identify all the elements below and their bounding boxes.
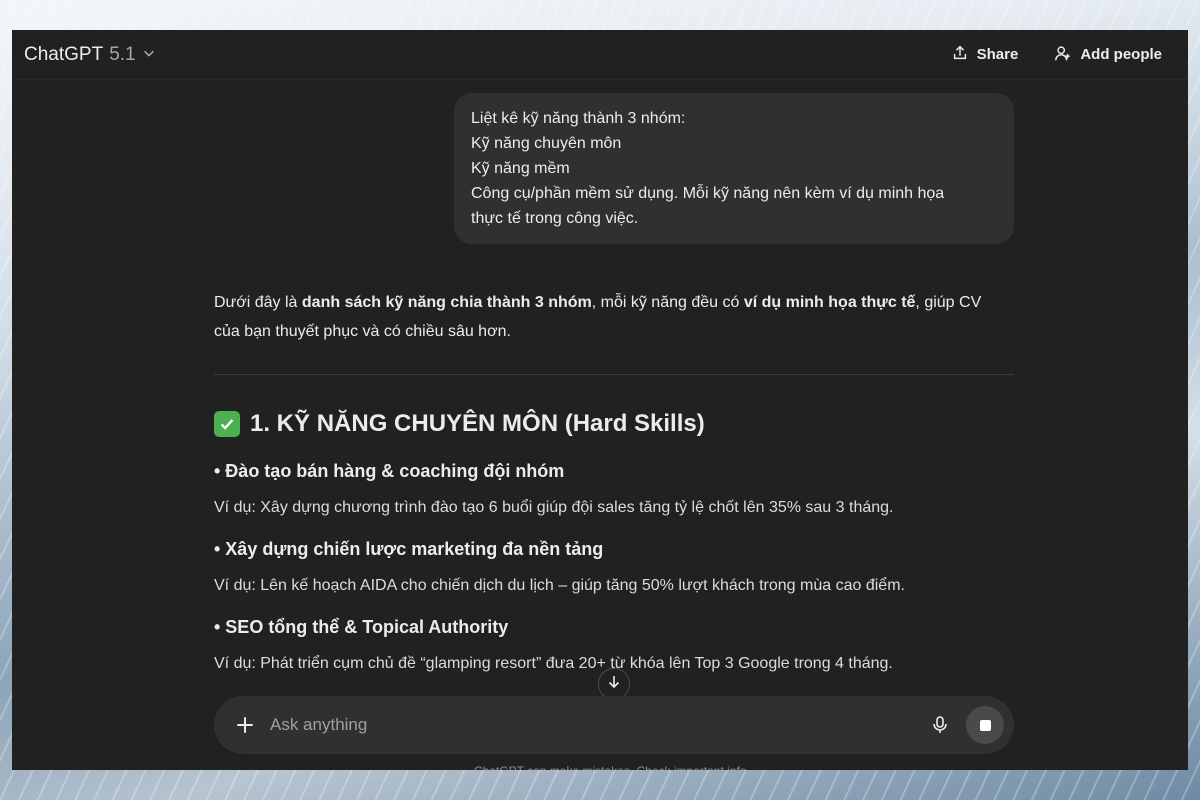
intro-text: , giúp CV xyxy=(915,294,982,311)
user-message-line: Kỹ năng mềm xyxy=(471,160,570,177)
assistant-intro: Dưới đây là danh sách kỹ năng chia thành… xyxy=(214,288,1014,346)
assistant-message: Dưới đây là danh sách kỹ năng chia thành… xyxy=(214,288,1014,677)
arrow-down-icon xyxy=(606,674,622,695)
intro-text: của bạn thuyết phục và có chiều sâu hơn. xyxy=(214,323,511,340)
user-message-line: Liệt kê kỹ năng thành 3 nhóm: xyxy=(471,110,686,127)
share-button[interactable]: Share xyxy=(951,44,1019,66)
share-icon xyxy=(951,44,969,66)
conversation[interactable]: Liệt kê kỹ năng thành 3 nhóm: Kỹ năng ch… xyxy=(12,80,1188,720)
intro-text: , mỗi kỹ năng đều có xyxy=(591,294,744,311)
skill-title: • Đào tạo bán hàng & coaching đội nhóm xyxy=(214,461,565,481)
stop-icon xyxy=(979,719,991,731)
check-box-icon xyxy=(214,411,240,437)
model-version: 5.1 xyxy=(109,43,136,65)
chevron-down-icon xyxy=(142,44,156,66)
divider xyxy=(214,374,1014,375)
skill-title: • Xây dựng chiến lược marketing đa nền t… xyxy=(214,539,604,559)
plus-icon[interactable] xyxy=(234,714,256,736)
share-label: Share xyxy=(976,46,1019,63)
skill-example: Ví dụ: Xây dựng chương trình đào tạo 6 b… xyxy=(214,499,894,516)
intro-text: Dưới đây là xyxy=(214,294,302,311)
add-person-icon xyxy=(1054,44,1072,66)
add-people-button[interactable]: Add people xyxy=(1054,44,1162,66)
skill-title: • SEO tổng thể & Topical Authority xyxy=(214,617,509,637)
top-bar: ChatGPT 5.1 Share Add people xyxy=(12,30,1188,80)
top-actions: Share Add people xyxy=(951,44,1162,66)
add-people-label: Add people xyxy=(1080,46,1162,63)
user-message-bubble: Liệt kê kỹ năng thành 3 nhóm: Kỹ năng ch… xyxy=(454,93,1014,244)
disclaimer: ChatGPT can make mistakes. Check importa… xyxy=(474,764,750,770)
skill-example: Ví dụ: Lên kế hoạch AIDA cho chiến dịch … xyxy=(214,577,905,594)
stop-button[interactable] xyxy=(966,706,1004,744)
section-title: 1. KỸ NĂNG CHUYÊN MÔN (Hard Skills) xyxy=(250,410,705,437)
prompt-input[interactable] xyxy=(270,715,930,735)
user-message-line: Công cụ/phần mềm sử dụng. Mỗi kỹ năng nê… xyxy=(471,185,945,202)
model-name: ChatGPT xyxy=(24,43,104,65)
microphone-icon[interactable] xyxy=(930,715,950,735)
user-message-line: Kỹ năng chuyên môn xyxy=(471,135,622,152)
composer xyxy=(214,696,1014,754)
intro-bold: ví dụ minh họa thực tế xyxy=(743,294,916,311)
intro-bold: danh sách kỹ năng chia thành 3 nhóm xyxy=(301,294,592,311)
model-selector[interactable]: ChatGPT 5.1 xyxy=(18,40,162,70)
chatgpt-window: ChatGPT 5.1 Share Add people Liệt kê kỹ … xyxy=(12,30,1188,770)
user-message-line: thực tế trong công việc. xyxy=(471,210,639,227)
section-heading: 1. KỸ NĂNG CHUYÊN MÔN (Hard Skills) xyxy=(214,405,1014,443)
